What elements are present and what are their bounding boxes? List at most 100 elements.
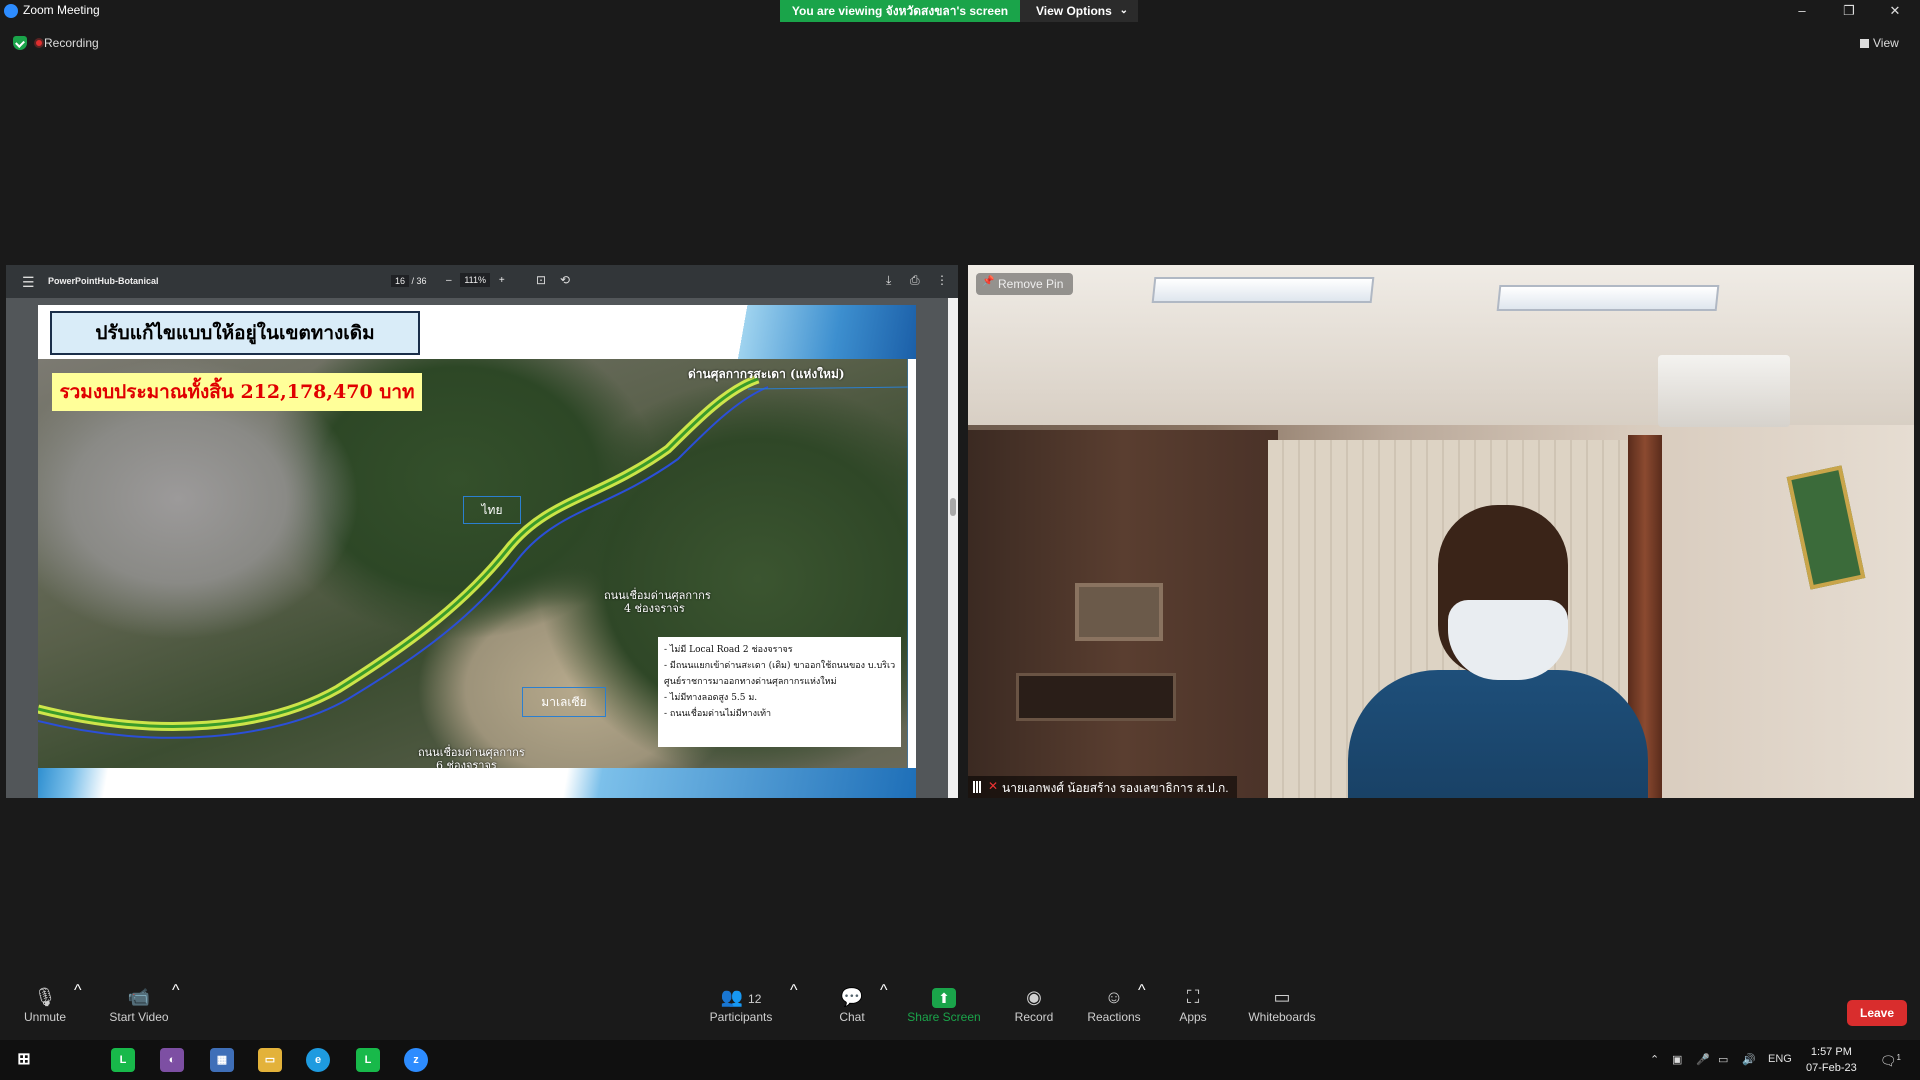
whiteboards-label: Whiteboards <box>1248 1010 1316 1024</box>
satellite-map: รวมงบประมาณทั้งสิ้น 212,178,470 บาท ด่าน… <box>38 359 908 772</box>
slide-decoration-bottom <box>38 768 916 798</box>
zoom-app-icon[interactable]: z <box>404 1048 428 1072</box>
reactions-label: Reactions <box>1087 1010 1141 1024</box>
window-title: Zoom Meeting <box>23 3 100 17</box>
zoom-out-button[interactable]: – <box>446 275 452 286</box>
network-icon[interactable]: ▭ <box>1718 1053 1728 1066</box>
tray-overflow-icon[interactable]: ⌃ <box>1650 1053 1659 1066</box>
note-line: - ไม่มี Local Road 2 ช่องจราจร <box>664 645 793 655</box>
media-app-icon[interactable]: ◐ <box>160 1048 184 1072</box>
video-off-icon: 📹 <box>127 987 151 1007</box>
participant-name-tag: ✕ นายเอกพงศ์ น้อยสร้าง รองเลขาธิการ ส.ป.… <box>968 776 1237 798</box>
chat-caret[interactable]: ^ <box>880 982 888 1000</box>
reactions-button[interactable]: ☺ Reactions <box>1086 982 1142 1024</box>
share-screen-label: Share Screen <box>907 1010 981 1024</box>
unmute-button[interactable]: 🎙 Unmute <box>20 982 70 1024</box>
page-number-input[interactable]: 16 <box>391 275 410 287</box>
participants-label: Participants <box>709 1010 773 1024</box>
clock-date: 07-Feb-23 <box>1806 1062 1857 1074</box>
pdf-zoom-controls: – 111% + <box>446 273 505 287</box>
minimize-button[interactable]: – <box>1780 0 1824 22</box>
file-explorer-icon[interactable]: ▭ <box>258 1048 282 1072</box>
audio-options-caret[interactable]: ^ <box>74 982 82 1000</box>
pdf-toolbar: ☰ PowerPointHub-Botanical 16 / 36 – 111%… <box>6 265 958 298</box>
malaysia-label: มาเลเซีย <box>522 687 606 717</box>
microphone-icon[interactable]: 🎤 <box>1696 1053 1710 1066</box>
edge-browser-icon[interactable]: e <box>306 1048 330 1072</box>
volume-icon[interactable]: 🔊 <box>1742 1053 1756 1066</box>
start-video-label: Start Video <box>109 1010 169 1024</box>
view-label: View <box>1873 36 1899 50</box>
scrollbar-thumb[interactable] <box>950 498 956 516</box>
start-video-button[interactable]: 📹 Start Video <box>104 982 174 1024</box>
notes-box: - ไม่มี Local Road 2 ช่องจราจร - มีถนนแย… <box>658 637 901 747</box>
pdf-page-indicator: 16 / 36 <box>391 275 427 287</box>
record-icon: ◉ <box>1026 987 1042 1007</box>
language-indicator[interactable]: ENG <box>1768 1053 1792 1065</box>
rotate-icon[interactable]: ⟲ <box>560 273 570 287</box>
record-label: Record <box>1014 1010 1054 1024</box>
chat-button[interactable]: 💬 Chat <box>832 982 872 1024</box>
participants-count: 12 <box>748 992 762 1006</box>
slide-page: ปรับแก้ไขแบบให้อยู่ในเขตทางเดิม รวมงบประ… <box>38 305 916 798</box>
apps-icon: ⛶ <box>1186 987 1200 1007</box>
zoom-logo-icon <box>4 4 18 18</box>
more-options-icon[interactable]: ⋮ <box>936 273 948 287</box>
apps-button[interactable]: ⛶ Apps <box>1176 982 1210 1024</box>
muted-mic-icon: 🎙 <box>33 987 57 1007</box>
share-screen-button[interactable]: ⬆ Share Screen <box>906 982 982 1024</box>
view-button[interactable]: View <box>1860 36 1899 50</box>
zoom-in-button[interactable]: + <box>499 275 505 286</box>
meet-now-icon[interactable]: ▣ <box>1672 1053 1682 1066</box>
zoom-level[interactable]: 111% <box>460 273 491 287</box>
print-icon[interactable]: ⎙ <box>910 273 920 288</box>
fit-page-icon[interactable]: ⊡ <box>536 273 546 287</box>
signal-bars-icon <box>973 781 985 793</box>
chat-label: Chat <box>839 1010 865 1024</box>
view-options-button[interactable]: View Options ⌄ <box>1020 0 1138 22</box>
reactions-caret[interactable]: ^ <box>1138 982 1146 1000</box>
recording-label: Recording <box>44 36 99 50</box>
share-screen-icon-wrap: ⬆ <box>906 982 982 1010</box>
whiteboard-icon: ▭ <box>1273 987 1291 1007</box>
apps-label: Apps <box>1179 1010 1207 1024</box>
participant-video[interactable]: Remove Pin ✕ นายเอกพงศ์ น้อยสร้าง รองเลข… <box>968 265 1914 798</box>
participants-icon: 👥 12 <box>720 987 762 1007</box>
recording-indicator[interactable]: Recording <box>34 36 99 50</box>
participants-caret[interactable]: ^ <box>790 982 798 1000</box>
pdf-document-title: PowerPointHub-Botanical <box>48 276 159 286</box>
remove-pin-button[interactable]: Remove Pin <box>976 273 1074 295</box>
record-button[interactable]: ◉ Record <box>1012 982 1056 1024</box>
title-bar: Zoom Meeting You are viewing จังหวัดสงขล… <box>0 0 1920 22</box>
line-app-icon-2[interactable]: L <box>356 1048 380 1072</box>
air-conditioner <box>1658 355 1790 427</box>
restore-button[interactable]: ❐ <box>1827 0 1871 22</box>
chat-icon: 💬 <box>840 987 864 1007</box>
picture-frame <box>1786 465 1866 590</box>
plaque <box>1016 673 1176 721</box>
menu-icon[interactable]: ☰ <box>22 274 35 291</box>
line-app-icon[interactable]: L <box>111 1048 135 1072</box>
recording-dot-icon <box>34 38 44 48</box>
whiteboards-button[interactable]: ▭ Whiteboards <box>1246 982 1318 1024</box>
video-options-caret[interactable]: ^ <box>172 982 180 1000</box>
note-line: - ไม่มีทางลอดสูง 5.5 ม. <box>664 693 758 703</box>
pdf-scrollbar[interactable] <box>948 298 958 798</box>
system-clock[interactable]: 1:57 PM 07-Feb-23 <box>1806 1044 1857 1076</box>
taskbar: ⊞ L ◐ ▦ ▭ e L z ⌃ ▣ 🎤 ▭ 🔊 ENG 1:57 PM 07… <box>0 1040 1920 1080</box>
ceiling-light <box>1151 277 1375 303</box>
participants-button[interactable]: 👥 12 Participants <box>706 982 776 1024</box>
download-icon[interactable]: ⤓ <box>886 273 891 288</box>
close-button[interactable]: ✕ <box>1873 0 1917 22</box>
apple-icon[interactable] <box>62 1048 86 1072</box>
security-shield-icon[interactable] <box>13 36 27 50</box>
unmute-label: Unmute <box>23 1010 67 1024</box>
notification-icon[interactable]: 🗨1 <box>1880 1053 1901 1069</box>
leave-button[interactable]: Leave <box>1847 1000 1907 1026</box>
slide-decoration-top <box>716 305 916 359</box>
picture-frame <box>1075 583 1163 641</box>
chevron-down-icon: ⌄ <box>1119 5 1128 16</box>
calculator-icon[interactable]: ▦ <box>210 1048 234 1072</box>
windows-start-icon[interactable]: ⊞ <box>12 1048 36 1072</box>
shared-screen[interactable]: ☰ PowerPointHub-Botanical 16 / 36 – 111%… <box>6 265 958 798</box>
